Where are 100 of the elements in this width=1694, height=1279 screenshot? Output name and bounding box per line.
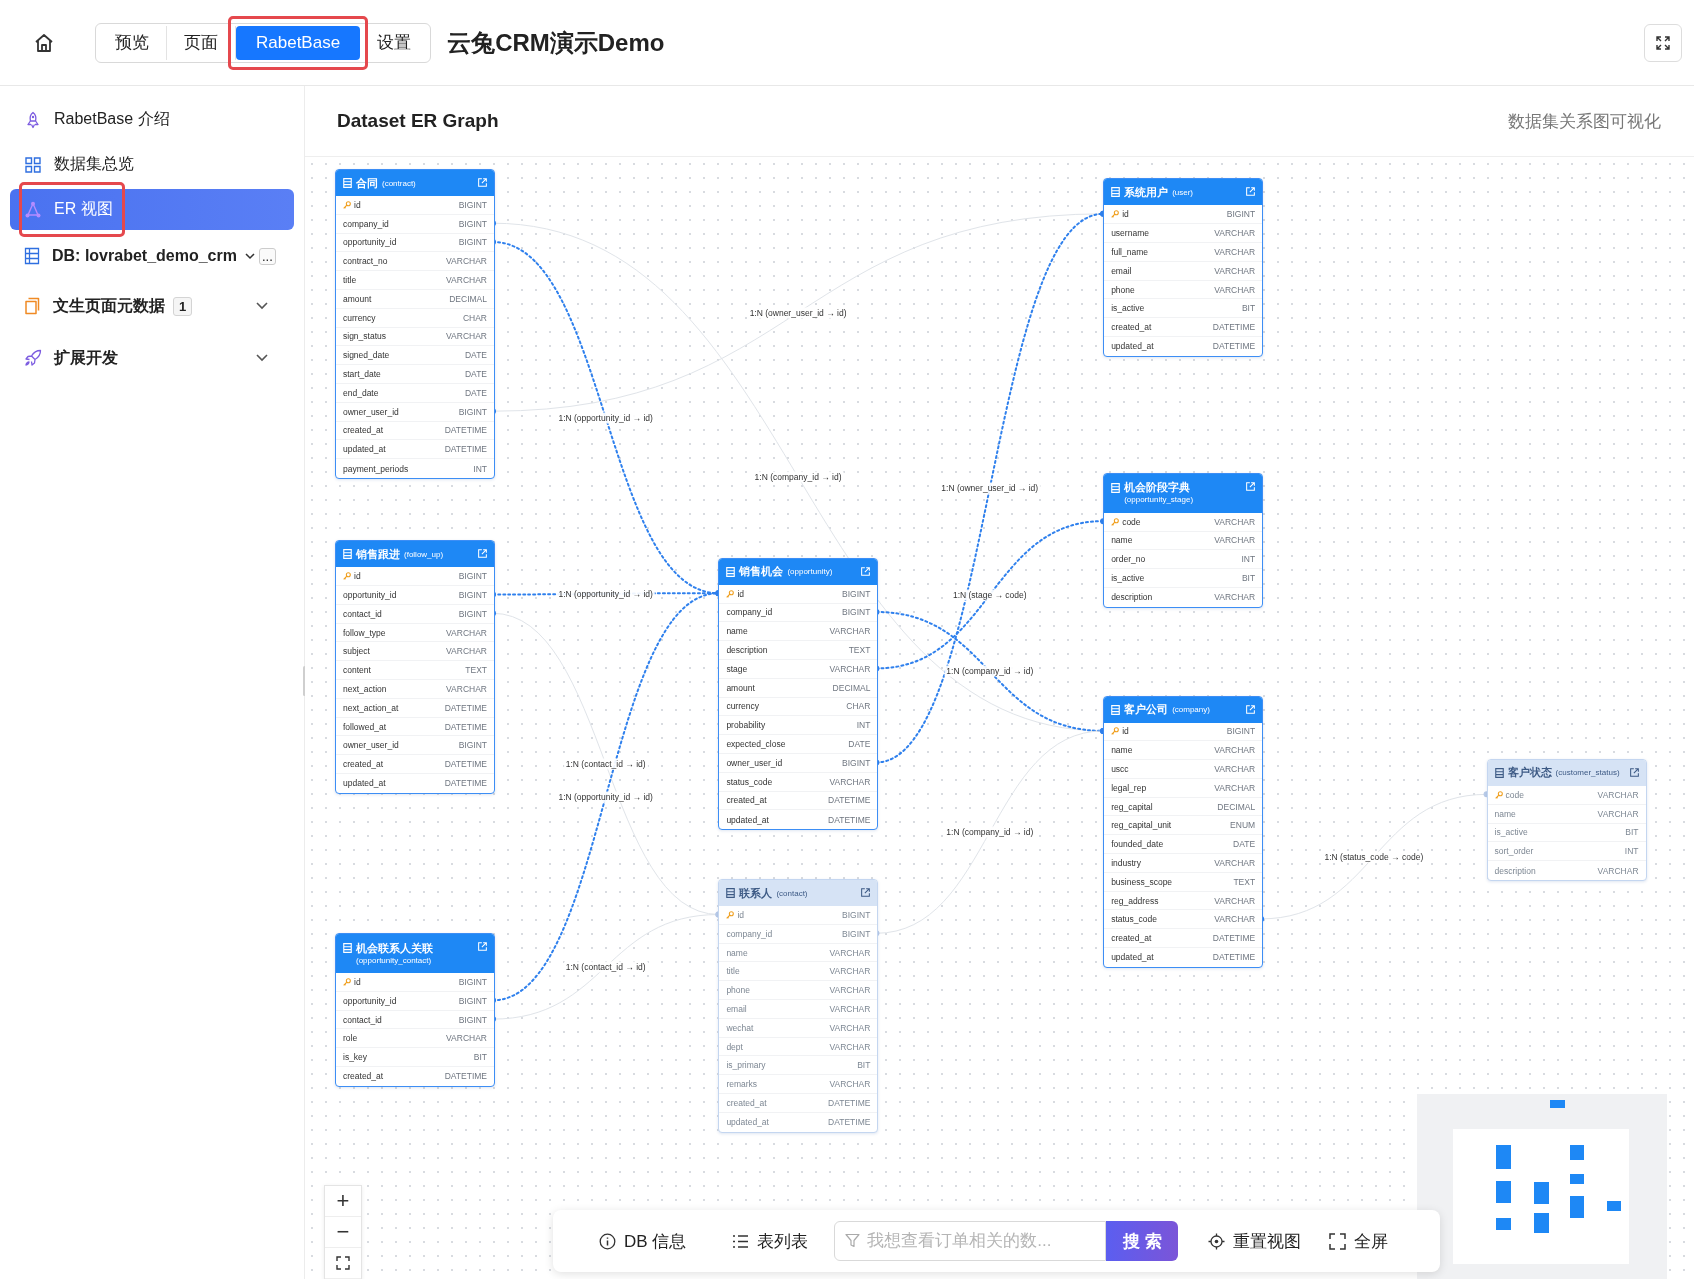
field-type: DATETIME — [828, 1117, 871, 1128]
table-card[interactable]: 联系人 (contact) id BIGINT company_id BIGINT name VARCHAR title VARCHAR phone VARCHAR email VARCHAR wechat VARCHAR dept VARCHAR is_primary BIT remarks VARCHAR created_at DATETIME updated_at DATETIME — [718, 879, 879, 1133]
field-type: DATETIME — [444, 444, 487, 455]
minimap[interactable] — [1417, 1094, 1667, 1279]
fit-view-button[interactable] — [325, 1248, 361, 1279]
field-name: opportunity_id — [343, 589, 397, 600]
field-name: amount — [343, 293, 372, 304]
chevron-down-icon — [256, 302, 268, 310]
field-name: full_name — [1111, 246, 1148, 257]
table-card[interactable]: 客户状态 (customer_status) code VARCHAR name VARCHAR is_active BIT sort_order INT description VARCHAR — [1486, 758, 1647, 881]
field-type: VARCHAR — [1597, 865, 1639, 876]
field-name: created_at — [1111, 322, 1152, 333]
field-type: DATE — [1233, 839, 1256, 850]
field-type: DECIMAL — [1217, 801, 1256, 812]
field-name: amount — [726, 682, 755, 693]
field-name: created_at — [343, 1071, 384, 1082]
more-button[interactable]: ... — [258, 247, 276, 265]
table-name: (contract) — [382, 177, 416, 189]
field-type: VARCHAR — [1214, 895, 1256, 906]
home-icon[interactable] — [33, 31, 55, 54]
field-name: id — [354, 977, 361, 987]
field-name: legal_rep — [1111, 782, 1147, 793]
field-type: VARCHAR — [1214, 284, 1256, 295]
table-name: (opportunity_stage) — [1123, 494, 1195, 506]
field-type: TEXT — [465, 665, 487, 676]
table-card[interactable] — [718, 557, 879, 831]
field-name: id — [737, 588, 744, 599]
sidebar-group[interactable]: 扩展开发 — [10, 334, 294, 382]
field-name: updated_at — [343, 444, 386, 455]
field-name: description — [726, 645, 768, 656]
edit-icon[interactable] — [861, 888, 871, 898]
relation-label: 1:N (opportunity_id → id) — [556, 412, 655, 424]
table-card[interactable]: 系统用户 (user) id BIGINT username VARCHAR full_name VARCHAR email VARCHAR phone VARCHAR is_active BIT created_at DATETIME updated_at DATETIME — [1103, 178, 1264, 357]
field-name: probability — [726, 720, 766, 731]
search-button[interactable]: 搜 索 — [1106, 1221, 1179, 1261]
database-selector[interactable]: DB: lovrabet_demo_crm — [52, 247, 237, 265]
zoom-out-button[interactable]: − — [325, 1217, 361, 1248]
table-card[interactable] — [335, 540, 495, 794]
field-name: company_id — [726, 607, 773, 618]
nav-tab[interactable]: RabetBase — [236, 25, 361, 60]
table-card[interactable]: 机会阶段字典 (opportunity_stage) code VARCHAR name VARCHAR order_no INT is_active BIT description VARCHAR — [1103, 472, 1264, 608]
relation-label: 1:N (opportunity_id → id) — [556, 588, 655, 600]
nav-tab[interactable]: 预览 — [98, 25, 167, 60]
field-name: start_date — [343, 369, 381, 380]
field-type: VARCHAR — [1214, 857, 1256, 868]
db-info-button[interactable]: DB 信息 — [589, 1221, 697, 1261]
field-name: created_at — [343, 425, 384, 436]
search-field[interactable]: 我想查看订单相关的数... — [834, 1221, 1107, 1261]
field-name: owner_user_id — [343, 740, 399, 751]
field-type: VARCHAR — [829, 1003, 871, 1014]
zoom-in-button[interactable]: + — [325, 1186, 361, 1217]
field-name: updated_at — [1111, 341, 1154, 352]
table-icon — [343, 549, 352, 560]
sidebar-item[interactable]: 数据集总览 — [10, 144, 294, 185]
reset-view-button[interactable]: 重置视图 — [1198, 1221, 1312, 1261]
field-type: VARCHAR — [1214, 745, 1256, 756]
field-name: updated_at — [343, 778, 386, 789]
fullscreen-button[interactable] — [1644, 23, 1682, 62]
sidebar-group[interactable]: 文生页面元数据 1 — [10, 282, 294, 330]
table-name: (opportunity) — [787, 566, 833, 578]
chevron-down-icon[interactable] — [244, 252, 255, 260]
field-name: reg_capital_unit — [1111, 820, 1172, 831]
field-name: email — [726, 1003, 747, 1014]
field-name: id — [737, 910, 744, 920]
fullscreen-button[interactable]: 全屏 — [1319, 1221, 1399, 1261]
table-card[interactable] — [335, 169, 495, 479]
field-name: created_at — [1111, 933, 1152, 944]
table-card[interactable]: 机会联系人关联 (opportunity_contact) id BIGINT opportunity_id BIGINT contact_id BIGINT role VARCHAR is_key BIT created_at DATETIME — [335, 933, 495, 1087]
table-list-button[interactable]: 表列表 — [722, 1221, 819, 1261]
panel-subtitle: 数据集关系图可视化 — [1508, 110, 1661, 133]
field-name: subject — [343, 646, 370, 657]
edit-icon[interactable] — [1629, 767, 1639, 777]
field-name: owner_user_id — [343, 406, 399, 417]
field-name: username — [1111, 228, 1149, 239]
table-title: 销售机会 — [739, 565, 784, 579]
field-type: VARCHAR — [1597, 789, 1639, 800]
field-name: created_at — [726, 795, 767, 806]
field-type: BIGINT — [458, 589, 487, 600]
table-title: 客户公司 — [1124, 703, 1169, 716]
field-name: status_code — [726, 776, 773, 787]
table-card[interactable] — [1103, 695, 1264, 968]
field-name: owner_user_id — [726, 757, 783, 768]
field-name: title — [726, 966, 740, 977]
sidebar-item[interactable]: RabetBase 介绍 — [10, 99, 294, 140]
field-type: BIT — [473, 1052, 487, 1063]
field-name: title — [343, 275, 357, 286]
field-type: DECIMAL — [832, 682, 871, 693]
field-name: id — [1122, 726, 1129, 737]
field-name: status_code — [1111, 914, 1157, 925]
field-name: created_at — [343, 759, 384, 770]
field-type: VARCHAR — [446, 683, 487, 694]
nav-tab[interactable]: 设置 — [360, 25, 429, 60]
field-name: is_key — [343, 1052, 368, 1063]
field-type: VARCHAR — [446, 256, 487, 267]
field-name: followed_at — [343, 721, 386, 732]
field-type: BIGINT — [1226, 209, 1256, 220]
sidebar-item[interactable]: ER 视图 — [10, 189, 294, 230]
field-name: signed_date — [343, 350, 390, 361]
field-type: VARCHAR — [1214, 265, 1256, 276]
field-name: name — [1494, 808, 1516, 819]
